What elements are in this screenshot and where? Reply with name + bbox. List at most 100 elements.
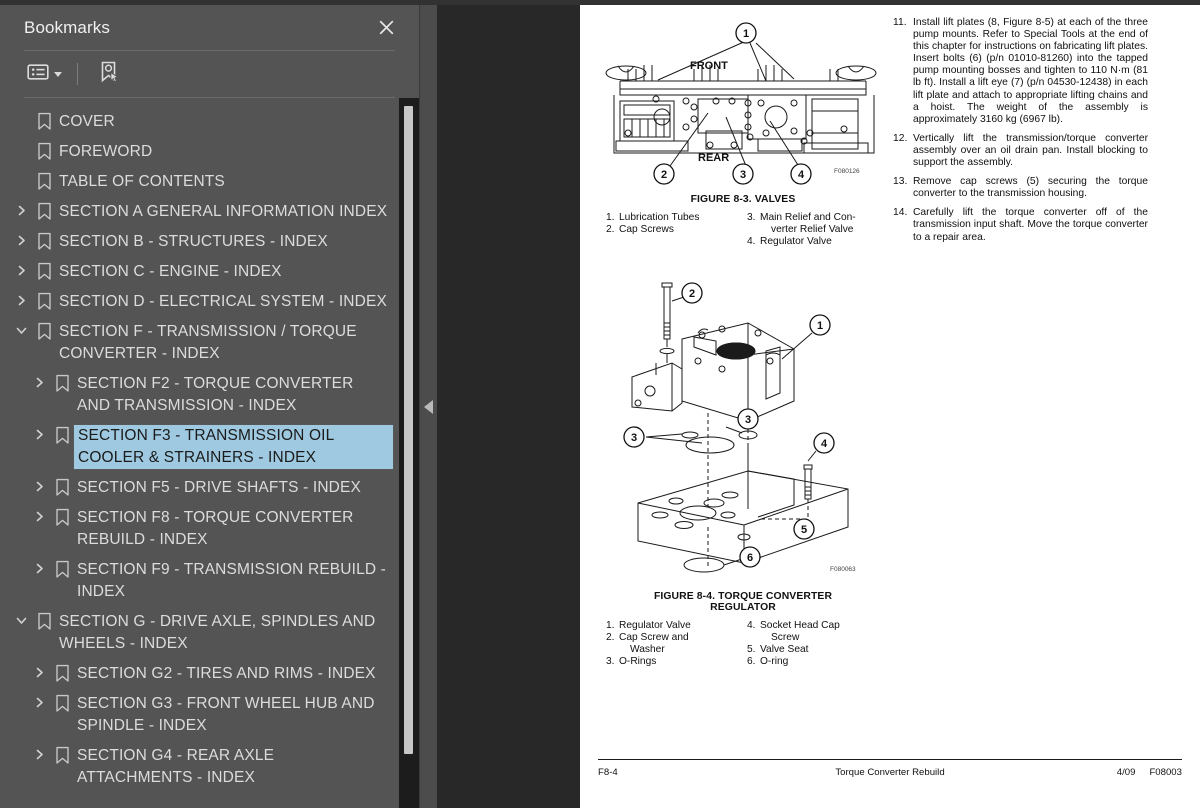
bookmark-icon — [32, 171, 56, 191]
svg-text:4: 4 — [821, 438, 828, 450]
bookmark-item[interactable]: SECTION F - TRANSMISSION / TORQUE CONVER… — [10, 317, 399, 369]
svg-text:3: 3 — [745, 414, 751, 426]
bookmark-item[interactable]: SECTION G3 - FRONT WHEEL HUB AND SPINDLE… — [28, 689, 399, 741]
bookmarks-scrollbar-track[interactable] — [399, 98, 419, 808]
panel-splitter[interactable] — [420, 5, 437, 808]
figure-8-4-code: F080063 — [830, 566, 856, 573]
legend-text: O-ring — [760, 656, 789, 668]
bookmark-item[interactable]: SECTION F5 - DRIVE SHAFTS - INDEX — [28, 473, 399, 503]
svg-text:6: 6 — [747, 552, 753, 564]
figure-8-3: FRONT REAR 1 2 3 4 F080126 FIGURE 8-3. V… — [598, 13, 888, 249]
bookmark-label: SECTION D - ELECTRICAL SYSTEM - INDEX — [59, 293, 387, 310]
svg-text:3: 3 — [631, 432, 637, 444]
chevron-down-icon[interactable] — [10, 611, 32, 627]
bookmark-label: SECTION F - TRANSMISSION / TORQUE CONVER… — [59, 323, 357, 362]
bookmark-icon — [32, 291, 56, 311]
instruction-text: Carefully lift the torque converter off … — [913, 207, 1148, 243]
chevron-down-icon — [54, 71, 62, 77]
bookmark-item[interactable]: SECTION D - ELECTRICAL SYSTEM - INDEX — [10, 287, 399, 317]
chevron-right-icon[interactable] — [28, 693, 50, 709]
legend-item: Screw — [747, 632, 888, 644]
chevron-down-icon[interactable] — [10, 321, 32, 337]
legend-num: 1. — [606, 212, 615, 223]
legend-num: 2. — [606, 631, 615, 643]
bookmark-label: SECTION F5 - DRIVE SHAFTS - INDEX — [77, 479, 361, 496]
legend-text: O-Rings — [619, 656, 657, 668]
bookmark-icon — [32, 261, 56, 281]
bookmark-item[interactable]: SECTION G - DRIVE AXLE, SPINDLES AND WHE… — [10, 607, 399, 659]
legend-text: Washer — [630, 644, 665, 656]
bookmark-item[interactable]: SECTION F9 - TRANSMISSION REBUILD - INDE… — [28, 555, 399, 607]
chevron-right-icon[interactable] — [10, 201, 32, 217]
bookmarks-scrollbar-thumb[interactable] — [404, 106, 413, 754]
list-options-button[interactable] — [24, 59, 65, 90]
figure-8-3-legend-left: 1. Lubrication Tubes 2. Cap Screws — [606, 212, 747, 249]
bookmark-label: FOREWORD — [59, 143, 153, 160]
bookmark-item[interactable]: SECTION G2 - TIRES AND RIMS - INDEX — [28, 659, 399, 689]
document-viewer[interactable]: FRONT REAR 1 2 3 4 F080126 FIGURE 8-3. V… — [437, 5, 1200, 808]
legend-item: 1. Regulator Valve — [606, 620, 747, 632]
twisty-placeholder — [10, 141, 32, 144]
twisty-placeholder — [10, 171, 32, 174]
footer-row: F8-4 Torque Converter Rebuild 4/09 F08003 — [598, 767, 1182, 778]
bookmark-item[interactable]: SECTION G4 - REAR AXLE ATTACHMENTS - IND… — [28, 741, 399, 793]
chevron-right-icon[interactable] — [28, 745, 50, 761]
panel-title: Bookmarks — [24, 17, 110, 37]
bookmark-item[interactable]: SECTION F3 - TRANSMISSION OIL COOLER & S… — [28, 421, 399, 473]
footer-divider — [598, 759, 1182, 760]
legend-item: 6. O-ring — [747, 656, 888, 668]
page-left-column: FRONT REAR 1 2 3 4 F080126 FIGURE 8-3. V… — [598, 13, 888, 668]
bookmark-item[interactable]: SECTION C - ENGINE - INDEX — [10, 257, 399, 287]
legend-item: 2. Cap Screw and — [606, 632, 747, 644]
instruction-text: Remove cap screws (5) securing the torqu… — [913, 176, 1148, 200]
bookmarks-tree[interactable]: COVER FOREWORD TABLE OF CONTENTS SECTION A … — [0, 98, 399, 808]
bookmarks-panel: Bookmarks COVER FOREWORD TABLE OF CONTEN… — [0, 5, 420, 808]
bookmarks-panel-header: Bookmarks — [0, 5, 419, 50]
bookmark-label: COVER — [59, 113, 115, 130]
bookmarks-toolbar — [0, 51, 419, 97]
new-bookmark-button[interactable] — [94, 56, 124, 93]
bookmark-item[interactable]: SECTION B - STRUCTURES - INDEX — [10, 227, 399, 257]
chevron-right-icon[interactable] — [10, 291, 32, 307]
collapse-left-arrow-icon[interactable] — [424, 399, 433, 414]
svg-text:2: 2 — [689, 288, 695, 300]
bookmark-icon — [50, 693, 74, 713]
bookmark-item[interactable]: FOREWORD — [10, 137, 399, 167]
legend-num: 3. — [747, 212, 756, 223]
bookmark-icon — [50, 745, 74, 765]
bookmark-label: SECTION C - ENGINE - INDEX — [59, 263, 282, 280]
instruction-number: 12. — [893, 132, 908, 144]
pdf-page: FRONT REAR 1 2 3 4 F080126 FIGURE 8-3. V… — [580, 5, 1200, 808]
bookmark-item[interactable]: TABLE OF CONTENTS — [10, 167, 399, 197]
chevron-right-icon[interactable] — [28, 477, 50, 493]
chevron-right-icon[interactable] — [28, 507, 50, 523]
legend-text: Cap Screw and — [619, 631, 689, 643]
footer-meta: 4/09 F08003 — [989, 767, 1182, 778]
chevron-right-icon[interactable] — [28, 373, 50, 389]
figure-8-4: 2 1 3 3 4 5 6 F080063 FIGURE 8-4. TORQUE… — [598, 275, 888, 669]
bookmark-item[interactable]: COVER — [10, 107, 399, 137]
footer-doc-code: F08003 — [1149, 767, 1182, 778]
legend-item: 5. Valve Seat — [747, 644, 888, 656]
bookmark-item[interactable]: SECTION F8 - TORQUE CONVERTER REBUILD - … — [28, 503, 399, 555]
bookmark-item[interactable]: SECTION F2 - TORQUE CONVERTER AND TRANSM… — [28, 369, 399, 421]
chevron-right-icon[interactable] — [28, 425, 50, 441]
close-icon[interactable] — [373, 15, 399, 41]
bookmark-icon — [50, 373, 74, 393]
chevron-right-icon[interactable] — [10, 231, 32, 247]
chevron-right-icon[interactable] — [28, 663, 50, 679]
figure-8-4-legend: 1. Regulator Valve 2. Cap Screw and Washer… — [598, 620, 888, 669]
legend-num: 4. — [747, 619, 756, 631]
chevron-right-icon[interactable] — [28, 559, 50, 575]
legend-text: verter Relief Valve — [771, 224, 854, 236]
instruction-number: 14. — [893, 207, 908, 219]
bookmark-item[interactable]: SECTION A GENERAL INFORMATION INDEX — [10, 197, 399, 227]
figure-8-3-code: F080126 — [834, 168, 860, 175]
legend-num: 1. — [606, 619, 615, 631]
legend-num: 2. — [606, 224, 615, 236]
bookmark-label: SECTION G4 - REAR AXLE ATTACHMENTS - IND… — [77, 747, 275, 786]
figure-8-4-legend-right: 4. Socket Head Cap Screw 5. Valve Seat 6. O… — [747, 620, 888, 669]
twisty-placeholder — [10, 111, 32, 114]
chevron-right-icon[interactable] — [10, 261, 32, 277]
legend-item: 3. Main Relief and Con- — [747, 212, 888, 224]
